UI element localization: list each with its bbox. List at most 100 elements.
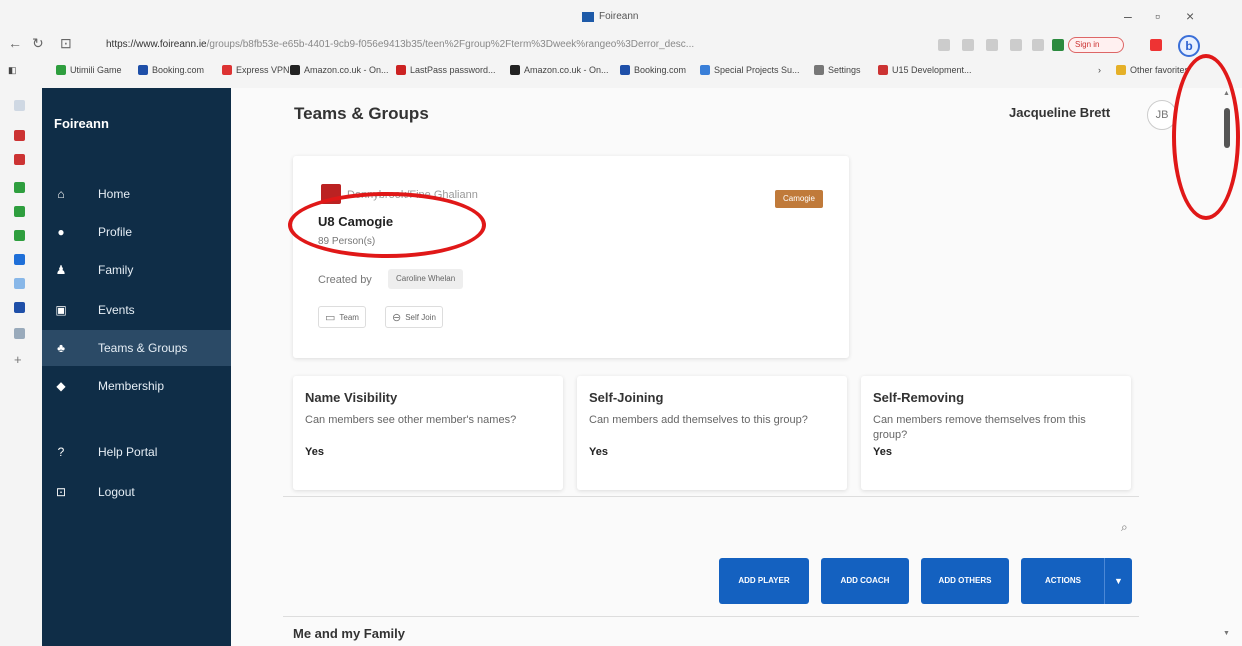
section-title: Me and my Family [293, 626, 405, 641]
window-title: Foireann [582, 11, 638, 22]
team-tag-label: Team [339, 312, 359, 322]
card-answer: Yes [873, 446, 892, 458]
page-scrollbar[interactable]: ▲ ▼ [1211, 88, 1242, 646]
help-icon: ? [57, 445, 65, 459]
refresh-icon[interactable]: ↻ [32, 35, 44, 52]
favorites-icon[interactable] [1032, 39, 1044, 51]
bookmark-icon [510, 65, 520, 75]
created-by-label: Created by [318, 274, 372, 286]
add-others-button[interactable]: ADD OTHERS [921, 558, 1009, 604]
actions-button[interactable]: ACTIONS [1021, 558, 1105, 604]
tab-actions-icon[interactable]: ◧ [8, 65, 17, 76]
address-bar[interactable]: https://www.foireann.ie/groups/b8fb53e-e… [100, 35, 970, 55]
card-title: Name Visibility [305, 390, 398, 405]
bookmark-item[interactable]: Amazon.co.uk - On... [510, 65, 609, 75]
group-member-count: 89 Person(s) [318, 236, 376, 247]
rail-search-icon[interactable] [14, 328, 25, 339]
sidebar-item-home[interactable]: ⌂ Home [42, 176, 231, 212]
extension-red-icon[interactable] [1150, 39, 1162, 51]
site-favicon-icon [582, 11, 594, 22]
team-tag: ▭ Team [318, 306, 366, 328]
main-content: Teams & Groups Jacqueline Brett JB Donny… [231, 88, 1211, 646]
brand-logo[interactable]: Foireann [54, 116, 109, 131]
site-info-icon[interactable]: ⊡ [60, 35, 72, 52]
created-by-chip: Caroline Whelan [388, 269, 464, 289]
sidebar-item-help-portal[interactable]: ? Help Portal [42, 434, 231, 470]
avatar[interactable]: JB [1147, 100, 1177, 130]
minimize-icon[interactable]: – [1124, 8, 1132, 24]
rail-sheet-icon[interactable] [14, 230, 25, 241]
rail-add-icon[interactable]: + [14, 353, 25, 366]
extension-icon[interactable] [1052, 39, 1064, 51]
card-answer: Yes [589, 446, 608, 458]
card-answer: Yes [305, 446, 324, 458]
rail-app-icon[interactable] [14, 278, 25, 289]
groups-icon: ♣ [57, 341, 65, 355]
reader-icon[interactable] [938, 39, 950, 51]
chevron-down-icon[interactable]: ▼ [1104, 558, 1132, 604]
sidebar-item-logout[interactable]: ⊡ Logout [42, 474, 231, 510]
self-join-tag: ⊖ Self Join [385, 306, 443, 328]
browser-chrome: Foireann – ▫ × ← ↻ ⊡ https://www.foirean… [0, 0, 1242, 88]
bookmark-item[interactable]: Settings [814, 65, 861, 75]
sign-in-button[interactable]: Sign in [1068, 37, 1124, 53]
rail-icon[interactable] [14, 100, 25, 111]
scroll-down-icon[interactable]: ▼ [1223, 630, 1230, 637]
rail-sheet-icon[interactable] [14, 206, 25, 217]
bookmark-folder[interactable]: Other favorites [1116, 65, 1189, 75]
sidebar-item-label: Profile [98, 225, 133, 239]
bookmark-icon [878, 65, 888, 75]
name-visibility-card: Name Visibility Can members see other me… [293, 376, 563, 490]
bookmark-icon [138, 65, 148, 75]
address-row: ← ↻ ⊡ https://www.foireann.ie/groups/b8f… [0, 32, 1242, 58]
scroll-up-icon[interactable]: ▲ [1223, 90, 1230, 97]
window-titlebar: Foireann – ▫ × [0, 0, 1242, 32]
split-screen-icon[interactable] [1010, 39, 1022, 51]
zoom-icon[interactable] [962, 39, 974, 51]
add-coach-button[interactable]: ADD COACH [821, 558, 909, 604]
add-player-button[interactable]: ADD PLAYER [719, 558, 809, 604]
card-question: Can members remove themselves from this … [873, 414, 1086, 441]
chevron-right-icon[interactable]: › [1098, 65, 1101, 75]
copilot-icon[interactable]: b [1178, 35, 1200, 57]
card-question: Can members add themselves to this group… [589, 414, 808, 426]
shield-icon: ◆ [56, 379, 66, 393]
sidebar-item-profile[interactable]: ● Profile [42, 214, 231, 250]
bookmark-icon [222, 65, 232, 75]
favorite-star-icon[interactable] [986, 39, 998, 51]
bookmark-item[interactable]: Booking.com [620, 65, 686, 75]
sidebar-item-label: Logout [98, 485, 135, 499]
url-path: /groups/b8fb53e-e65b-4401-9cb9-f056e9413… [206, 39, 695, 50]
bookmarks-bar: ◧ Utimili Game Booking.com Express VPN A… [0, 62, 1242, 82]
divider [283, 496, 1139, 497]
back-icon[interactable]: ← [8, 35, 22, 51]
browser-side-rail: + [0, 88, 42, 646]
sidebar-item-label: Help Portal [98, 445, 158, 459]
scrollbar-thumb[interactable] [1224, 108, 1230, 148]
bookmark-item[interactable]: Special Projects Su... [700, 65, 800, 75]
rail-sheet-icon[interactable] [14, 182, 25, 193]
category-badge: Camogie [775, 190, 823, 208]
bookmark-item[interactable]: Utimili Game [56, 65, 122, 75]
rail-app-icon[interactable] [14, 254, 25, 265]
sidebar-item-events[interactable]: ▣ Events [42, 292, 231, 328]
bookmark-item[interactable]: U15 Development... [878, 65, 972, 75]
bookmark-item[interactable]: LastPass password... [396, 65, 496, 75]
person-icon: ● [57, 225, 65, 239]
bookmark-item[interactable]: Amazon.co.uk - On... [290, 65, 389, 75]
user-name[interactable]: Jacqueline Brett [1009, 105, 1110, 120]
sidebar-item-family[interactable]: ♟ Family [42, 252, 231, 288]
url-domain: https://www.foireann.ie [106, 39, 207, 50]
sidebar-item-membership[interactable]: ◆ Membership [42, 368, 231, 404]
home-icon: ⌂ [57, 187, 65, 201]
rail-mail-icon[interactable] [14, 130, 25, 141]
bookmark-icon [396, 65, 406, 75]
search-icon[interactable]: ⌕ [1121, 520, 1128, 535]
bookmark-item[interactable]: Express VPN [222, 65, 290, 75]
sidebar-item-teams-groups[interactable]: ♣ Teams & Groups [42, 330, 231, 366]
maximize-icon[interactable]: ▫ [1155, 8, 1160, 24]
rail-app-icon[interactable] [14, 302, 25, 313]
rail-mail-icon[interactable] [14, 154, 25, 165]
close-icon[interactable]: × [1186, 8, 1194, 24]
bookmark-item[interactable]: Booking.com [138, 65, 204, 75]
